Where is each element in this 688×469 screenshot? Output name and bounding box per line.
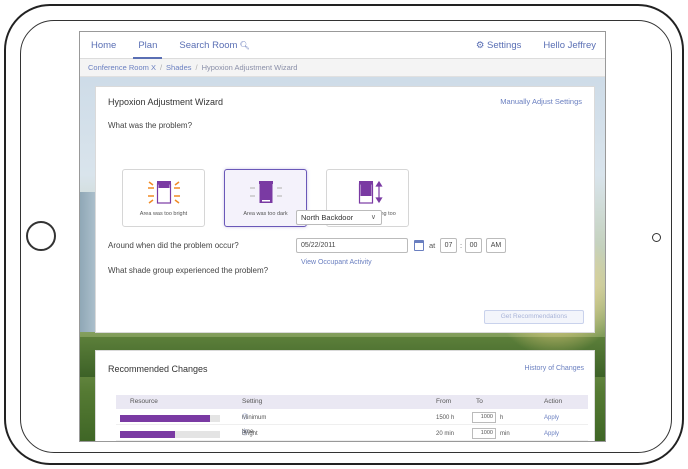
moving-shade-icon <box>327 178 408 206</box>
date-input[interactable]: 05/22/2011 <box>296 238 408 253</box>
row-to-unit: h <box>500 415 504 421</box>
info-icon[interactable]: ⓘ <box>242 411 248 425</box>
col-action: Action <box>544 398 563 405</box>
nav-plan[interactable]: Plan <box>127 32 168 59</box>
camera-icon <box>652 233 661 242</box>
resource-bar-fill <box>120 431 175 438</box>
get-recommendations-button[interactable]: Get Recommendations <box>484 310 584 324</box>
breadcrumb-separator: / <box>195 63 198 72</box>
ampm-select[interactable]: AM <box>486 238 506 253</box>
breadcrumb-separator: / <box>159 63 163 72</box>
app-screen: Home Plan Search Room 🔍︎ ⚙ Settings Hello… <box>79 31 606 442</box>
apply-button[interactable]: Apply <box>544 427 559 441</box>
time-colon: : <box>460 241 463 250</box>
nav-search-room[interactable]: Search Room 🔍︎ <box>168 32 260 59</box>
col-to: To <box>476 398 483 405</box>
breadcrumb-shades[interactable]: Shades <box>166 63 191 72</box>
shade-group-select[interactable]: North Backdoor ∨ <box>296 210 382 225</box>
breadcrumb-current: Hypoxion Adjustment Wizard <box>201 63 298 72</box>
nav-settings[interactable]: ⚙ Settings <box>465 32 533 59</box>
col-from: From <box>436 398 452 405</box>
manual-adjust-link[interactable]: Manually Adjust Settings <box>500 97 582 106</box>
history-link[interactable]: History of Changes <box>524 365 584 372</box>
question-time: Around when did the problem occur? <box>108 241 239 250</box>
nav-search-room-label: Search Room <box>179 39 238 51</box>
wizard-title: Hypoxion Adjustment Wizard <box>108 97 224 107</box>
occupant-activity-link[interactable]: View Occupant Activity <box>301 259 372 266</box>
option-too-bright-label: Area was too bright <box>139 211 188 217</box>
col-resource: Resource <box>130 398 158 405</box>
table-row: Minimum time between shade movements ⓘ 1… <box>116 411 588 435</box>
calendar-icon[interactable] <box>414 240 424 251</box>
table-row: Bright override position ⓘ 20 min 1000 m… <box>116 427 588 441</box>
top-nav: Home Plan Search Room 🔍︎ ⚙ Settings Hello… <box>80 32 605 59</box>
question-shade-group: What shade group experienced the problem… <box>108 266 269 275</box>
too-bright-icon <box>123 178 204 206</box>
col-setting: Setting <box>242 398 263 405</box>
nav-home[interactable]: Home <box>80 32 127 59</box>
wizard-panel: Hypoxion Adjustment Wizard Manually Adju… <box>95 86 595 333</box>
row-from: 1500 h <box>436 415 455 421</box>
hour-input[interactable]: 07 <box>440 238 457 253</box>
option-too-dark[interactable]: Area was too dark <box>224 169 307 227</box>
info-icon[interactable]: ⓘ <box>242 427 248 441</box>
option-too-dark-label: Area was too dark <box>243 211 288 217</box>
too-dark-icon <box>225 178 306 206</box>
question-problem: What was the problem? <box>108 121 193 130</box>
breadcrumb-room[interactable]: Conference Room X <box>88 63 156 72</box>
row-to-unit: min <box>500 431 510 437</box>
row-from: 20 min <box>436 431 455 437</box>
resource-bar <box>120 431 220 438</box>
home-button[interactable] <box>26 221 56 251</box>
gear-icon: ⚙ <box>475 39 485 51</box>
search-icon: 🔍︎ <box>239 40 250 50</box>
minute-input[interactable]: 00 <box>465 238 482 253</box>
breadcrumb: Conference Room X / Shades / Hypoxion Ad… <box>80 59 605 77</box>
option-too-bright[interactable]: Area was too bright <box>122 169 205 227</box>
nav-user-greeting[interactable]: Hello Jeffrey <box>532 32 605 59</box>
apply-button[interactable]: Apply <box>544 411 559 425</box>
nav-settings-label: Settings <box>487 39 522 51</box>
changes-title: Recommended Changes <box>108 364 208 374</box>
chevron-down-icon: ∨ <box>370 214 376 221</box>
resource-bar-fill <box>120 415 210 422</box>
shade-group-value: North Backdoor <box>301 213 354 222</box>
resource-bar <box>120 415 220 422</box>
row-to-input[interactable]: 1000 <box>472 428 496 439</box>
row-to-input[interactable]: 1000 <box>472 412 496 423</box>
at-label: at <box>429 241 436 250</box>
recommended-changes-panel: Recommended Changes History of Changes R… <box>95 350 595 441</box>
changes-table-header: Resource Setting From To Action <box>116 395 588 409</box>
